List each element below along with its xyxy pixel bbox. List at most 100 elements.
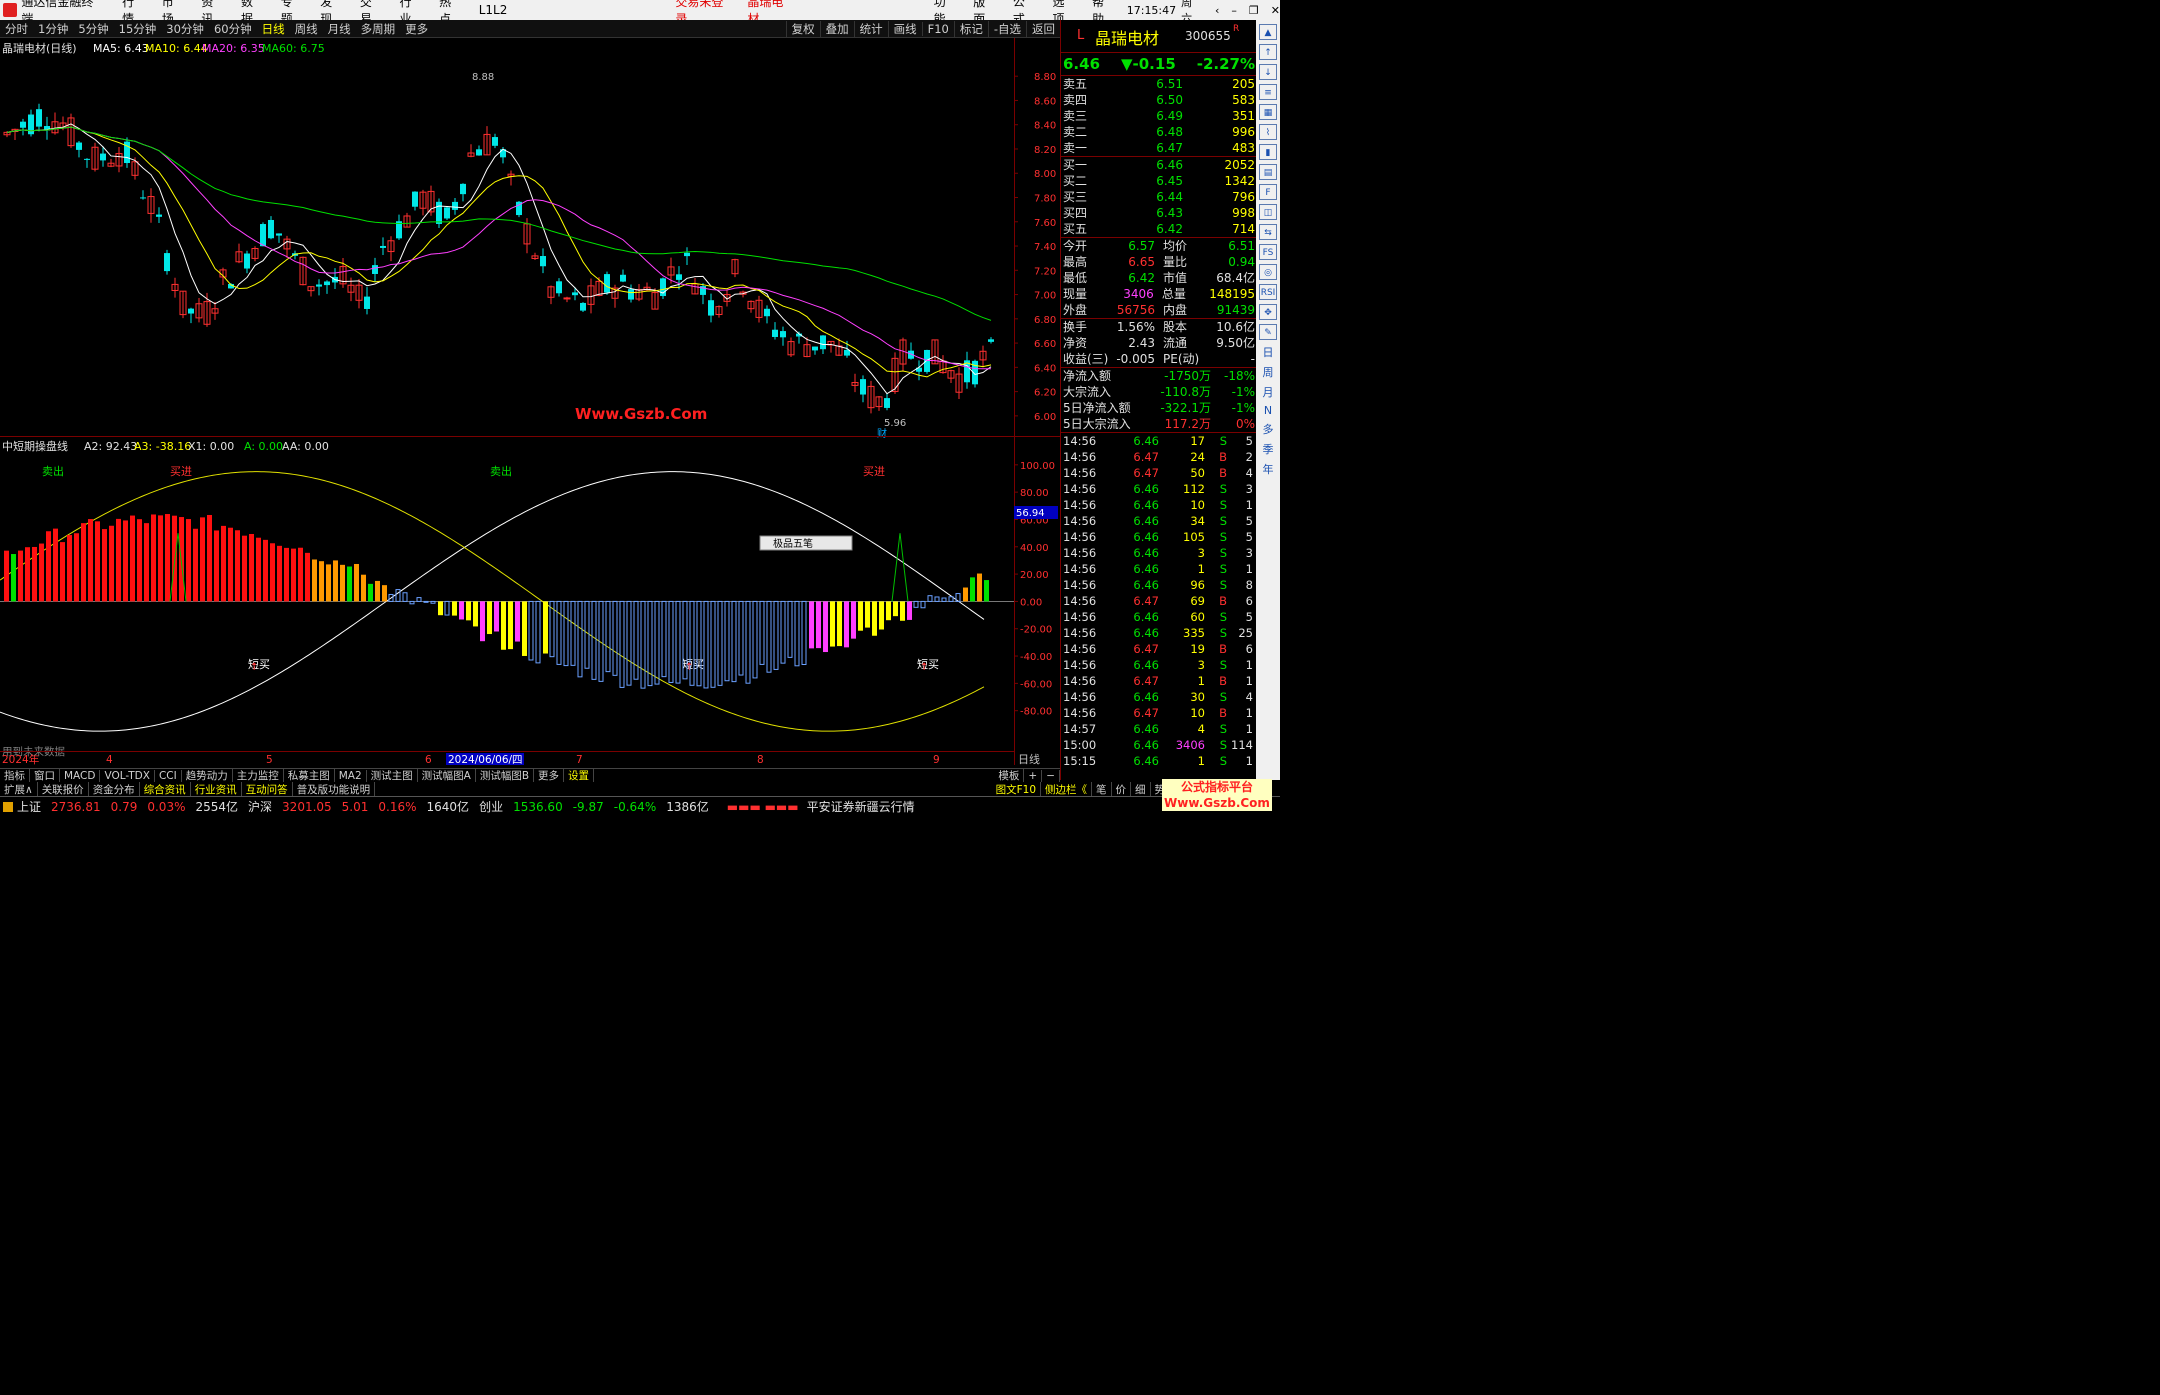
hist-bar — [605, 600, 611, 673]
tick-cell: 14:56 — [1063, 706, 1097, 720]
toolbar-year[interactable]: 年 — [1256, 461, 1280, 477]
f10-icon[interactable]: F — [1259, 184, 1277, 200]
period-5min[interactable]: 5分钟 — [73, 21, 113, 37]
index-sh-name[interactable]: 上证 — [17, 798, 41, 815]
tab-ceshi-futu-a[interactable]: 测试幅图A — [418, 768, 476, 783]
up-icon[interactable]: ↑ — [1259, 44, 1277, 60]
tab-sidebar[interactable]: 侧边栏《 — [1041, 781, 1092, 797]
line-chart-icon[interactable]: ⌇ — [1259, 124, 1277, 140]
table-icon[interactable]: ▤ — [1259, 164, 1277, 180]
hist-bar — [459, 601, 464, 620]
tool-f10[interactable]: F10 — [921, 21, 954, 36]
hist-bar — [116, 518, 121, 602]
tick-row: 14:56 6.46 1 S 1 — [1061, 561, 1257, 577]
toolbar-multi[interactable]: 多 — [1256, 421, 1280, 437]
restore-icon[interactable]: ❐ — [1249, 4, 1259, 17]
index-icon[interactable] — [3, 801, 13, 812]
toolbar-month[interactable]: 月 — [1256, 384, 1280, 400]
compare-icon[interactable]: ⇆ — [1259, 224, 1277, 240]
tab-cci[interactable]: CCI — [155, 769, 182, 782]
tool-tongji[interactable]: 统计 — [853, 20, 888, 37]
tab-hangye-zixun[interactable]: 行业资讯 — [191, 781, 242, 797]
hist-bar — [893, 601, 898, 617]
close-icon[interactable]: ✕ — [1271, 4, 1280, 17]
ime-popup[interactable]: 极品五笔 — [759, 535, 853, 551]
tick-list[interactable]: 14:56 6.46 17 S 5 14:56 6.47 24 B 2 14:56 6.47 50 B 4 1… — [1061, 433, 1257, 769]
tick-cell: 50 — [1190, 466, 1205, 480]
hist-bar — [977, 573, 982, 602]
chart-area[interactable]: 晶瑞电材(日线) MA5: 6.43 MA10: 6.44 MA20: 6.35… — [0, 38, 1060, 768]
tab-jia[interactable]: 价 — [1112, 781, 1131, 797]
tab-ma2[interactable]: MA2 — [335, 769, 367, 782]
chart-icon[interactable]: ◫ — [1259, 204, 1277, 220]
tab-bi[interactable]: 笔 — [1092, 781, 1112, 797]
minimize-icon[interactable]: – — [1231, 4, 1237, 17]
ask-row-c1: 6.47 — [1156, 141, 1183, 155]
minus-button[interactable]: − — [1042, 769, 1060, 782]
tab-ceshi-futu-b[interactable]: 测试幅图B — [476, 768, 535, 783]
hist-bar — [347, 566, 352, 602]
plus-button[interactable]: + — [1024, 769, 1043, 782]
chart-canvas[interactable]: 晶瑞电材(日线) MA5: 6.43 MA10: 6.44 MA20: 6.35… — [0, 38, 1060, 768]
period-30min[interactable]: 30分钟 — [161, 21, 209, 37]
tab-puji[interactable]: 普及版功能说明 — [293, 781, 376, 797]
tab-macd[interactable]: MACD — [60, 769, 101, 782]
tool-fuquan[interactable]: 复权 — [785, 20, 820, 37]
tick-cell: 19 — [1190, 642, 1205, 656]
tab-xi[interactable]: 细 — [1131, 781, 1151, 797]
candle-icon[interactable]: ▮ — [1259, 144, 1277, 160]
tab-zonghe[interactable]: 综合资讯 — [140, 781, 191, 797]
tab-gengduo[interactable]: 更多 — [534, 768, 565, 783]
down-icon[interactable]: ↓ — [1259, 64, 1277, 80]
hist-bar — [32, 546, 37, 602]
toolbar-day[interactable]: 日 — [1256, 344, 1280, 360]
hist-bar — [123, 520, 128, 602]
tick-row: 14:56 6.47 10 B 1 — [1061, 705, 1257, 721]
ask-row-c1: 6.51 — [1156, 77, 1183, 91]
fs-icon[interactable]: FS — [1259, 244, 1277, 260]
tab-kuozhan[interactable]: 扩展∧ — [0, 781, 38, 797]
rsi-icon[interactable]: RSI — [1259, 284, 1277, 300]
period-15min[interactable]: 15分钟 — [114, 21, 162, 37]
back-icon[interactable]: ‹ — [1215, 4, 1219, 17]
hist-bar — [430, 600, 436, 604]
tool-biaoji[interactable]: 标记 — [953, 20, 988, 37]
ask-row-c0: 卖五 — [1063, 77, 1088, 91]
period-week[interactable]: 周线 — [290, 21, 323, 37]
tab-tuwen-f10[interactable]: 图文F10 — [992, 781, 1041, 797]
hist-bar — [963, 587, 968, 602]
period-60min[interactable]: 60分钟 — [209, 21, 257, 37]
tab-hudong[interactable]: 互动问答 — [242, 781, 293, 797]
hist-bar — [326, 564, 331, 602]
tool-fanhui[interactable]: 返回 — [1026, 20, 1060, 37]
index-cy-name[interactable]: 创业 — [479, 798, 503, 815]
hist-bar — [4, 550, 9, 602]
up-arrow-icon[interactable]: ▲ — [1259, 24, 1277, 40]
period-multi[interactable]: 多周期 — [356, 21, 401, 37]
toolbar-season[interactable]: 季 — [1256, 441, 1280, 457]
toolbar-week[interactable]: 周 — [1256, 364, 1280, 380]
hist-bar — [186, 519, 191, 602]
candle-body — [364, 296, 370, 309]
tab-vol[interactable]: VOL-TDX — [100, 769, 155, 782]
pen-icon[interactable]: ✎ — [1259, 324, 1277, 340]
period-month[interactable]: 月线 — [323, 21, 356, 37]
menu-item-l1l2[interactable]: L1L2 — [470, 3, 517, 17]
grid-icon[interactable]: ▦ — [1259, 104, 1277, 120]
tool-huaxian[interactable]: 画线 — [887, 20, 922, 37]
flow-row-c0: 5日大宗流入 — [1063, 417, 1131, 431]
cross-icon[interactable]: ✥ — [1259, 304, 1277, 320]
list-icon[interactable]: ≡ — [1259, 84, 1277, 100]
period-more[interactable]: 更多 — [400, 21, 433, 37]
tab-shezhi[interactable]: 设置 — [564, 768, 595, 783]
tab-guanlian[interactable]: 关联报价 — [38, 781, 89, 797]
period-fenshi[interactable]: 分时 — [0, 21, 33, 37]
target-icon[interactable]: ◎ — [1259, 264, 1277, 280]
tool-diejia[interactable]: 叠加 — [819, 20, 854, 37]
index-hs-name[interactable]: 沪深 — [248, 798, 272, 815]
period-day[interactable]: 日线 — [257, 21, 290, 37]
toolbar-n[interactable]: N — [1256, 404, 1280, 417]
tool-zixuan[interactable]: -自选 — [987, 20, 1026, 37]
period-1min[interactable]: 1分钟 — [33, 21, 73, 37]
tab-zijin[interactable]: 资金分布 — [89, 781, 140, 797]
